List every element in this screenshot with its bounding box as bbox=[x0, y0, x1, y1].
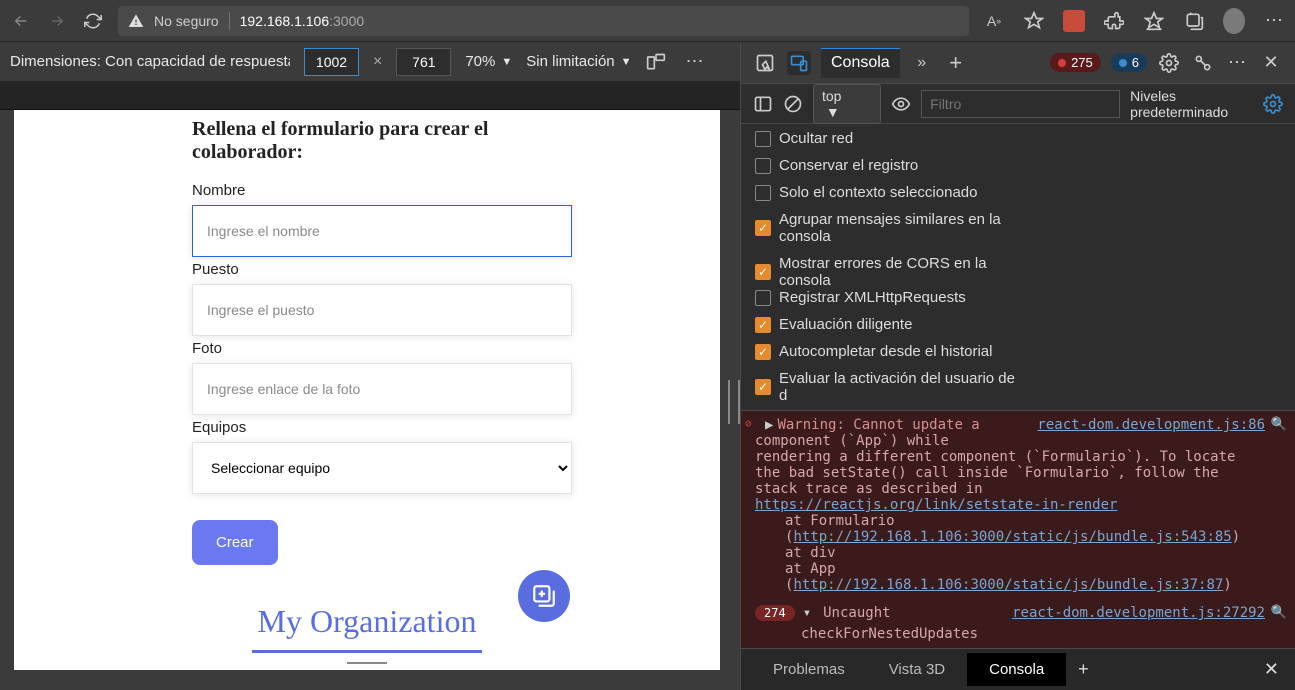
opt-autocompletar[interactable]: Autocompletar desde el historial bbox=[755, 343, 1015, 360]
tab-consola[interactable]: Consola bbox=[821, 48, 900, 78]
extensions-icon[interactable] bbox=[1103, 10, 1125, 32]
url-divider bbox=[229, 12, 230, 30]
back-button[interactable] bbox=[10, 10, 32, 32]
console-options: Ocultar red Conservar el registro Solo e… bbox=[741, 124, 1295, 411]
console-uncaught-msg: 🔍 274 ▾ Uncaught react-dom.development.j… bbox=[741, 599, 1295, 648]
devtools-panel: Consola » + 275 6 ⋯ ✕ top ▼ Niveles pred… bbox=[740, 42, 1295, 690]
react-docs-link[interactable]: https://reactjs.org/link/setstate-in-ren… bbox=[755, 497, 1117, 513]
tab-consola-drawer[interactable]: Consola bbox=[967, 653, 1066, 686]
devtools-more-icon[interactable]: ⋯ bbox=[686, 51, 704, 72]
throttle-dropdown[interactable]: Sin limitación ▼ bbox=[526, 53, 631, 70]
drawer-close-icon[interactable]: ✕ bbox=[1258, 659, 1285, 680]
responsive-toolbar: Dimensiones: Con capacidad de respuesta … bbox=[0, 42, 740, 82]
error-count-badge[interactable]: 275 bbox=[1050, 53, 1101, 72]
sidebar-toggle-icon[interactable] bbox=[753, 92, 773, 116]
tab-vista3d[interactable]: Vista 3D bbox=[867, 653, 967, 686]
rotate-icon[interactable] bbox=[646, 52, 666, 72]
opt-solo-contexto[interactable]: Solo el contexto seleccionado bbox=[755, 184, 1033, 201]
equipos-label: Equipos bbox=[192, 419, 602, 436]
drawer-add-tab[interactable]: + bbox=[1066, 659, 1101, 680]
devtools-close-icon[interactable]: ✕ bbox=[1259, 51, 1283, 75]
log-levels-dropdown[interactable]: Niveles predeterminado bbox=[1130, 88, 1253, 120]
uncaught-count-badge: 274 bbox=[755, 605, 795, 621]
settings-gear-icon[interactable] bbox=[1157, 51, 1181, 75]
resize-handle-bottom[interactable] bbox=[347, 662, 387, 668]
info-count-badge[interactable]: 6 bbox=[1111, 53, 1147, 72]
rendered-page: Rellena el formulario para crear el cola… bbox=[14, 110, 720, 670]
console-messages: ⊘ 🔍 ▶Warning: Cannot update a react-dom.… bbox=[741, 411, 1295, 648]
dimensions-dropdown[interactable]: Dimensiones: Con capacidad de respuesta bbox=[10, 53, 290, 70]
tab-problemas[interactable]: Problemas bbox=[751, 653, 867, 686]
collections-icon[interactable] bbox=[1183, 10, 1205, 32]
dock-icon[interactable] bbox=[1191, 51, 1215, 75]
extension-red-icon[interactable] bbox=[1063, 10, 1085, 32]
foto-label: Foto bbox=[192, 340, 602, 357]
equipos-select[interactable]: Seleccionar equipo bbox=[192, 442, 572, 494]
devtools-more-icon[interactable]: ⋯ bbox=[1225, 51, 1249, 75]
fab-add-button[interactable] bbox=[518, 570, 570, 622]
ruler bbox=[0, 82, 740, 110]
device-toggle-icon[interactable] bbox=[787, 51, 811, 75]
new-tab-icon[interactable]: + bbox=[944, 51, 968, 75]
warning-icon bbox=[128, 13, 144, 29]
bundle-link-1[interactable]: http://192.168.1.106:3000/static/js/bund… bbox=[793, 529, 1231, 545]
bundle-link-2[interactable]: http://192.168.1.106:3000/static/js/bund… bbox=[793, 577, 1223, 593]
opt-agrupar[interactable]: Agrupar mensajes similares en la consola bbox=[755, 211, 1033, 245]
foto-input[interactable] bbox=[192, 363, 572, 415]
more-tabs-icon[interactable]: » bbox=[910, 51, 934, 75]
viewport: Rellena el formulario para crear el cola… bbox=[0, 110, 740, 690]
live-expression-icon[interactable] bbox=[891, 92, 911, 116]
height-input[interactable] bbox=[396, 48, 451, 76]
opt-activacion[interactable]: Evaluar la activación del usuario de d bbox=[755, 370, 1015, 404]
nombre-label: Nombre bbox=[192, 182, 602, 199]
more-menu-icon[interactable]: ⋯ bbox=[1263, 10, 1285, 32]
puesto-input[interactable] bbox=[192, 284, 572, 336]
url-host: 192.168.1.106:3000 bbox=[240, 13, 365, 29]
refresh-button[interactable] bbox=[82, 10, 104, 32]
opt-evaluacion[interactable]: Evaluación diligente bbox=[755, 316, 1015, 333]
console-toolbar: top ▼ Niveles predeterminado bbox=[741, 84, 1295, 124]
org-underline bbox=[252, 650, 482, 653]
magnifier-icon[interactable]: 🔍 bbox=[1271, 605, 1287, 620]
devtools-drawer-tabs: Problemas Vista 3D Consola + ✕ bbox=[741, 648, 1295, 690]
favorites-icon[interactable] bbox=[1143, 10, 1165, 32]
read-aloud-icon[interactable]: A» bbox=[983, 10, 1005, 32]
zoom-dropdown[interactable]: 70% ▼ bbox=[465, 53, 512, 70]
console-settings-icon[interactable] bbox=[1263, 92, 1283, 116]
uncaught-source-link[interactable]: react-dom.development.js:27292 bbox=[1012, 605, 1265, 621]
console-warning-msg: ⊘ 🔍 ▶Warning: Cannot update a react-dom.… bbox=[741, 411, 1295, 599]
favorites-star-icon[interactable] bbox=[1023, 10, 1045, 32]
forward-button[interactable] bbox=[46, 10, 68, 32]
console-filter-input[interactable] bbox=[921, 90, 1120, 118]
profile-avatar[interactable] bbox=[1223, 10, 1245, 32]
expand-icon[interactable]: ▶ bbox=[765, 417, 773, 433]
opt-xhr[interactable]: Registrar XMLHttpRequests bbox=[755, 289, 1015, 306]
opt-ocultar-red[interactable]: Ocultar red bbox=[755, 130, 1033, 147]
devtools-tabs: Consola » + 275 6 ⋯ ✕ bbox=[741, 42, 1295, 84]
puesto-label: Puesto bbox=[192, 261, 602, 278]
split-handle[interactable] bbox=[728, 380, 736, 424]
collapse-icon[interactable]: ▾ bbox=[803, 605, 811, 621]
page-pane: Dimensiones: Con capacidad de respuesta … bbox=[0, 42, 740, 690]
magnifier-icon[interactable]: 🔍 bbox=[1271, 417, 1287, 432]
crear-button[interactable]: Crear bbox=[192, 520, 278, 565]
form-title: Rellena el formulario para crear el cola… bbox=[132, 110, 602, 182]
dimension-x: × bbox=[373, 53, 382, 71]
context-select[interactable]: top ▼ bbox=[813, 84, 881, 124]
inspect-element-icon[interactable] bbox=[753, 51, 777, 75]
source-link[interactable]: react-dom.development.js:86 bbox=[1037, 417, 1265, 433]
browser-address-bar: No seguro 192.168.1.106:3000 A» ⋯ bbox=[0, 0, 1295, 42]
clear-console-icon[interactable] bbox=[783, 92, 803, 116]
security-label: No seguro bbox=[154, 13, 219, 29]
url-box[interactable]: No seguro 192.168.1.106:3000 bbox=[118, 6, 969, 36]
stack-trace: checkForNestedUpdates scheduleUpdateOnFi… bbox=[755, 621, 1265, 648]
opt-conservar[interactable]: Conservar el registro bbox=[755, 157, 1033, 174]
width-input[interactable] bbox=[304, 48, 359, 76]
nombre-input[interactable] bbox=[192, 205, 572, 257]
opt-cors[interactable]: Mostrar errores de CORS en la consola bbox=[755, 255, 1033, 289]
